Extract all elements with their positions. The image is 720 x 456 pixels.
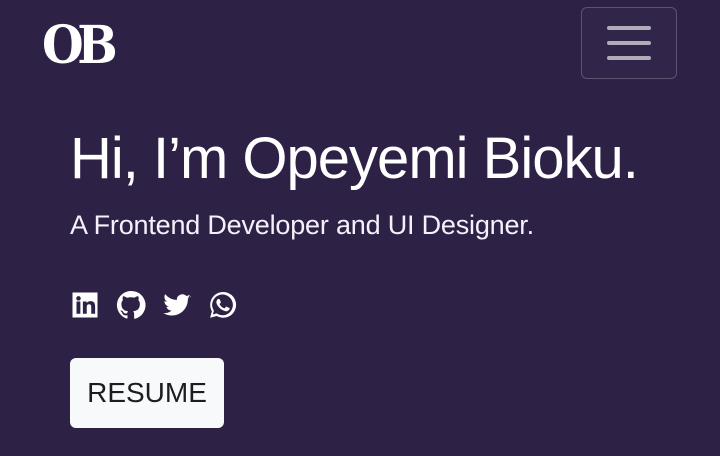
menu-line-top bbox=[607, 26, 651, 30]
resume-button[interactable]: RESUME bbox=[70, 358, 224, 428]
menu-line-middle bbox=[607, 41, 651, 45]
hero-subtitle: A Frontend Developer and UI Designer. bbox=[70, 210, 534, 240]
github-icon bbox=[116, 290, 146, 319]
twitter-link[interactable] bbox=[162, 290, 192, 320]
social-links bbox=[70, 290, 238, 320]
linkedin-icon bbox=[72, 292, 98, 318]
menu-button[interactable] bbox=[581, 7, 677, 79]
hero-title: Hi, I’m Opeyemi Bioku. bbox=[70, 126, 639, 191]
github-link[interactable] bbox=[116, 290, 146, 320]
twitter-icon bbox=[163, 294, 191, 316]
linkedin-link[interactable] bbox=[70, 290, 100, 320]
whatsapp-link[interactable] bbox=[208, 290, 238, 320]
whatsapp-icon bbox=[210, 291, 237, 318]
menu-line-bottom bbox=[607, 56, 651, 60]
hamburger-icon bbox=[607, 26, 651, 60]
site-logo[interactable]: OB bbox=[42, 18, 118, 74]
hero-section: Hi, I’m Opeyemi Bioku. A Frontend Develo… bbox=[70, 124, 680, 242]
